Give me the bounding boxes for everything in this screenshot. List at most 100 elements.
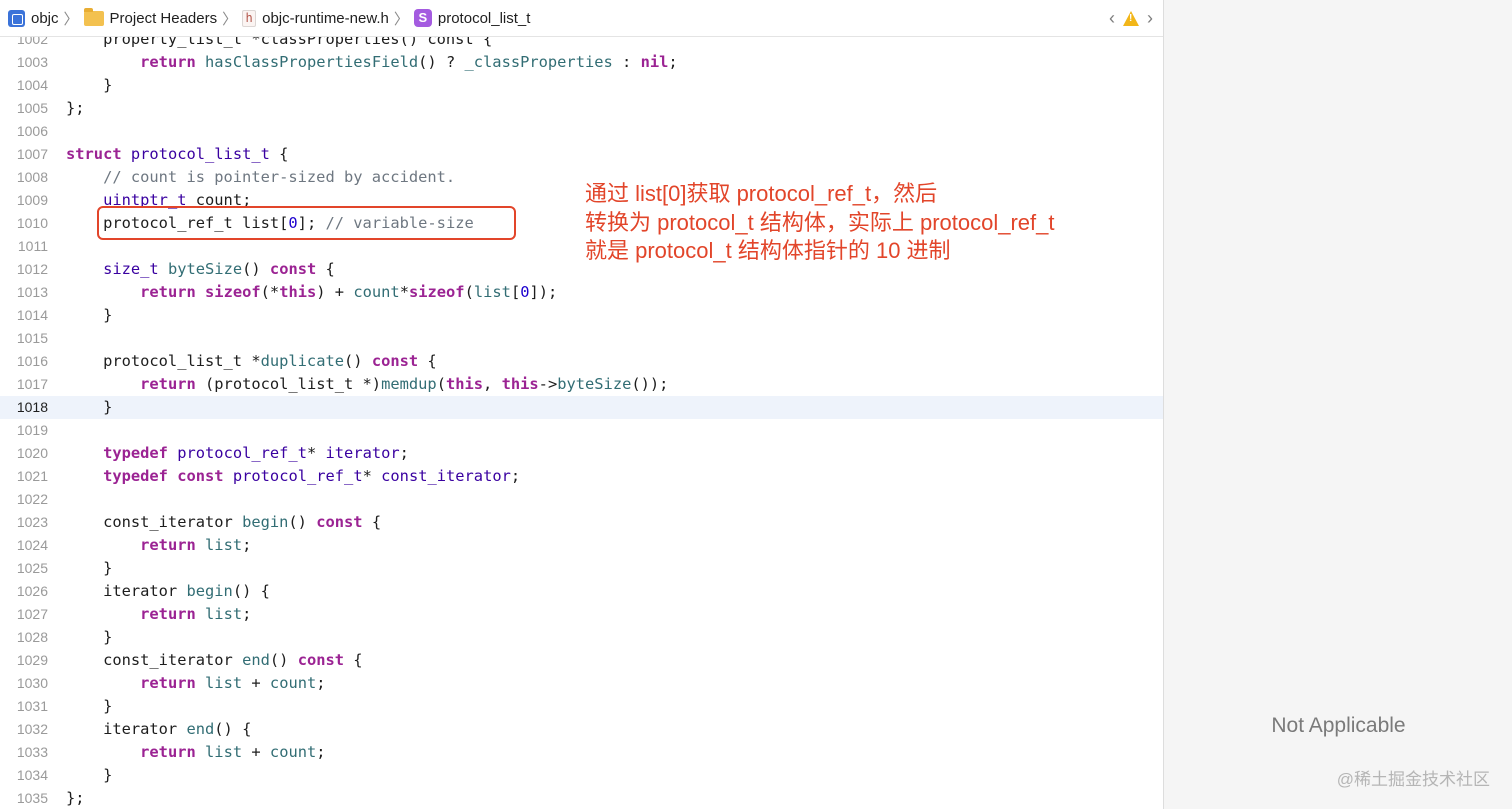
code-line[interactable]: 1005};: [0, 97, 1163, 120]
code-line[interactable]: 1020 typedef protocol_ref_t* iterator;: [0, 442, 1163, 465]
code-line[interactable]: 1032 iterator end() {: [0, 718, 1163, 741]
line-number: 1021: [16, 468, 48, 484]
code-token: protocol_ref_t: [232, 467, 363, 485]
code-line[interactable]: 1013 return sizeof(*this) + count*sizeof…: [0, 281, 1163, 304]
breadcrumb-file[interactable]: h objc-runtime-new.h: [242, 9, 389, 27]
code-text: };: [66, 787, 85, 809]
code-token: ());: [631, 375, 669, 393]
line-number: 1027: [16, 606, 48, 622]
code-text: return list + count;: [66, 741, 325, 764]
code-token: {: [362, 513, 382, 531]
annotation-line: 就是 protocol_t 结构体指针的 10 进制: [585, 238, 951, 263]
code-line[interactable]: 1019: [0, 419, 1163, 442]
code-line[interactable]: 1023 const_iterator begin() const {: [0, 511, 1163, 534]
code-token: const: [297, 651, 345, 669]
code-text: return list + count;: [66, 672, 325, 695]
line-number: 1010: [16, 215, 48, 231]
line-number: 1024: [16, 537, 48, 553]
code-line[interactable]: 1018 }: [0, 396, 1163, 419]
code-token: typedef: [103, 467, 168, 485]
code-line[interactable]: 1028 }: [0, 626, 1163, 649]
breadcrumb-project[interactable]: objc: [8, 9, 59, 27]
chevron-right-icon[interactable]: ›: [1147, 8, 1153, 29]
highlight-annotation-box: [97, 206, 516, 240]
code-token: (: [464, 283, 474, 301]
code-token: end: [242, 651, 270, 669]
code-token: // count is pointer-sized by accident.: [66, 168, 456, 186]
code-line[interactable]: 1031 }: [0, 695, 1163, 718]
code-text: return sizeof(*this) + count*sizeof(list…: [66, 281, 557, 304]
code-line[interactable]: 1027 return list;: [0, 603, 1163, 626]
line-number: 1009: [16, 192, 48, 208]
code-line[interactable]: 1016 protocol_list_t *duplicate() const …: [0, 350, 1163, 373]
breadcrumb-group[interactable]: Project Headers: [83, 7, 217, 27]
code-text: typedef protocol_ref_t* iterator;: [66, 442, 409, 465]
source-editor[interactable]: 1002 property_list_t *classProperties() …: [0, 37, 1163, 809]
code-token: {: [344, 651, 363, 669]
code-text: }: [66, 74, 112, 97]
line-number: 1020: [16, 445, 48, 461]
line-number: 1028: [16, 629, 48, 645]
code-token: size_t: [103, 260, 159, 278]
line-number: 1004: [16, 77, 48, 93]
code-line[interactable]: 1025 }: [0, 557, 1163, 580]
code-token: ,: [483, 375, 502, 393]
line-number: 1016: [16, 353, 48, 369]
code-token: return: [140, 743, 196, 761]
struct-symbol-icon: S: [413, 9, 432, 27]
code-line[interactable]: 1026 iterator begin() {: [0, 580, 1163, 603]
code-token: struct: [66, 145, 122, 163]
warning-icon[interactable]: [1123, 10, 1139, 26]
line-number: 1015: [16, 330, 48, 346]
code-line[interactable]: 1029 const_iterator end() const {: [0, 649, 1163, 672]
line-number: 1011: [17, 238, 48, 254]
line-number: 1005: [16, 100, 48, 116]
code-token: *: [306, 444, 326, 462]
code-line[interactable]: 1035};: [0, 787, 1163, 809]
line-number: 1008: [16, 169, 48, 185]
code-token: count: [353, 283, 400, 301]
code-line[interactable]: 1015: [0, 327, 1163, 350]
code-text: return hasClassPropertiesField() ? _clas…: [66, 51, 678, 74]
code-line[interactable]: 1003 return hasClassPropertiesField() ? …: [0, 51, 1163, 74]
code-token: };: [66, 99, 85, 117]
code-line[interactable]: 1033 return list + count;: [0, 741, 1163, 764]
header-file-icon: h: [242, 9, 257, 27]
code-line[interactable]: 1021 typedef const protocol_ref_t* const…: [0, 465, 1163, 488]
code-token: iterator: [66, 582, 187, 600]
line-number: 1034: [16, 767, 48, 783]
code-line[interactable]: 1034 }: [0, 764, 1163, 787]
code-line[interactable]: 1014 }: [0, 304, 1163, 327]
code-token: return: [140, 674, 196, 692]
inspector-empty-label: Not Applicable: [1271, 714, 1406, 737]
code-token: }: [66, 306, 113, 324]
code-text: }: [66, 304, 112, 327]
code-line[interactable]: 1007 struct protocol_list_t {: [0, 143, 1163, 166]
code-line[interactable]: 1030 return list + count;: [0, 672, 1163, 695]
code-token: :: [612, 53, 641, 71]
code-token: *: [399, 283, 409, 301]
code-token: const: [371, 352, 419, 370]
code-token: list: [205, 743, 243, 761]
line-number: 1025: [16, 560, 48, 576]
code-line[interactable]: 1004 }: [0, 74, 1163, 97]
code-token: this: [279, 283, 317, 301]
code-token: count: [269, 674, 317, 692]
code-line[interactable]: 1024 return list;: [0, 534, 1163, 557]
code-line[interactable]: 1006: [0, 120, 1163, 143]
chevron-left-icon[interactable]: ‹: [1109, 8, 1115, 29]
inspector-pane: Not Applicable @稀土掘金技术社区: [1163, 0, 1512, 809]
code-line[interactable]: 1002 property_list_t *classProperties() …: [0, 37, 1163, 51]
code-line[interactable]: 1022: [0, 488, 1163, 511]
code-token: iterator: [325, 444, 400, 462]
breadcrumb-symbol[interactable]: S protocol_list_t: [413, 9, 530, 27]
code-token: () ?: [418, 53, 465, 71]
code-token: (protocol_list_t *): [195, 375, 382, 393]
code-token: {: [418, 352, 437, 370]
code-line[interactable]: 1017 return (protocol_list_t *)memdup(th…: [0, 373, 1163, 396]
code-token: ;: [399, 444, 409, 462]
